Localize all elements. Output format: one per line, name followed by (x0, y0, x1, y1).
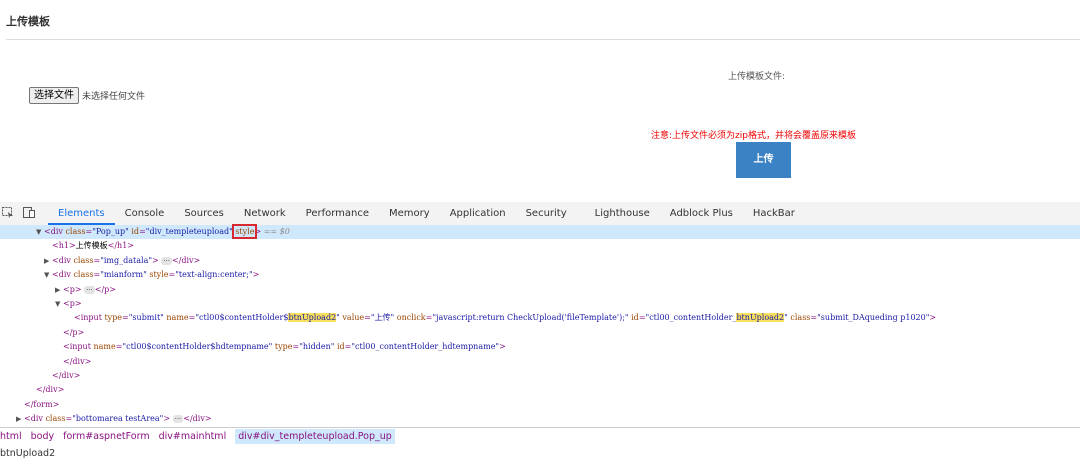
choose-file-button[interactable]: 选择文件 (29, 87, 79, 104)
page-title: 上传模板 (6, 15, 50, 28)
expand-triangle-icon[interactable]: ▼ (55, 297, 63, 311)
devtools-panel: Elements Console Sources Network Performance… (0, 202, 1080, 461)
dom-node-form-close[interactable]: </form> (0, 398, 1080, 412)
device-toolbar-icon[interactable] (23, 207, 35, 218)
dom-node-input-submit[interactable]: <input type="submit" name="ctl00$content… (0, 311, 1080, 325)
breadcrumb-item[interactable]: html (0, 431, 22, 442)
dom-node-h1[interactable]: <h1>上传模板</h1> (0, 239, 1080, 253)
tab-console[interactable]: Console (115, 202, 175, 225)
dom-node-popup-div[interactable]: ▼ <div class="Pop_up" id="div_templeteupl… (0, 224, 1080, 240)
dom-node-mianform[interactable]: ▼ <div class="mianform" style="text-align… (0, 268, 1080, 282)
tab-performance[interactable]: Performance (296, 202, 379, 225)
title-divider (6, 39, 1080, 40)
tab-elements[interactable]: Elements (48, 202, 115, 225)
dom-node-p-expanded[interactable]: ▼ <p> (0, 297, 1080, 311)
tab-lighthouse[interactable]: Lighthouse (577, 202, 660, 225)
dom-node-p-close[interactable]: </p> (0, 326, 1080, 340)
tab-application[interactable]: Application (440, 202, 516, 225)
breadcrumb: html body form#aspnetForm div#mainhtml div#d… (0, 427, 1080, 446)
upload-submit-button[interactable]: 上传 (736, 142, 791, 178)
expand-triangle-icon[interactable]: ▶ (55, 283, 63, 297)
breadcrumb-item[interactable]: body (31, 431, 55, 442)
devtools-tabbar: Elements Console Sources Network Performance… (0, 202, 1080, 226)
breadcrumb-item[interactable]: form#aspnetForm (63, 431, 149, 442)
tab-memory[interactable]: Memory (379, 202, 440, 225)
tab-hackbar[interactable]: HackBar (743, 202, 805, 225)
dom-node-div-close[interactable]: </div> (0, 355, 1080, 369)
upload-template-label: 上传模板文件: (728, 72, 786, 82)
search-match-highlight: btnUpload2 (288, 313, 337, 323)
status-text: btnUpload2 (0, 448, 56, 459)
ellipsis-icon[interactable]: ··· (84, 285, 95, 294)
dom-node-img-datala[interactable]: ▶ <div class="img_datala"> ··· </div> (0, 254, 1080, 268)
search-match-highlight: btnUpload2 (736, 313, 785, 323)
tab-adblock-plus[interactable]: Adblock Plus (660, 202, 743, 225)
dom-node-bottomarea[interactable]: ▶ <div class="bottomarea testArea"> ··· </… (0, 412, 1080, 426)
inspect-element-icon[interactable] (2, 207, 14, 218)
tab-network[interactable]: Network (234, 202, 296, 225)
ellipsis-icon[interactable]: ··· (172, 415, 184, 424)
expand-triangle-icon[interactable]: ▼ (44, 268, 52, 282)
expand-triangle-icon[interactable]: ▶ (44, 254, 52, 268)
dom-node-p-collapsed[interactable]: ▶ <p> ··· </p> (0, 283, 1080, 297)
ellipsis-icon[interactable]: ··· (161, 256, 172, 265)
dom-node-div-close[interactable]: </div> (0, 369, 1080, 383)
expand-triangle-icon[interactable]: ▶ (16, 412, 24, 426)
dom-node-input-hidden[interactable]: <input name="ctl00$contentHolder$hdtempn… (0, 340, 1080, 354)
tab-sources[interactable]: Sources (174, 202, 234, 225)
style-attribute-highlight: style (232, 224, 258, 239)
upload-notice: 注意:上传文件必须为zip格式，并将会覆盖原来模板 (651, 131, 856, 141)
breadcrumb-item[interactable]: div#div_templeteupload.Pop_up (235, 429, 395, 444)
file-status-text: 未选择任何文件 (82, 92, 146, 102)
elements-tree: ▼ <div class="Pop_up" id="div_templeteupl… (0, 224, 1080, 426)
tab-security[interactable]: Security (516, 202, 577, 225)
expand-triangle-icon[interactable]: ▼ (36, 225, 44, 239)
dom-node-div-close[interactable]: </div> (0, 383, 1080, 397)
devtools-tabs: Elements Console Sources Network Performance… (48, 202, 805, 225)
breadcrumb-item[interactable]: div#mainhtml (159, 431, 227, 442)
